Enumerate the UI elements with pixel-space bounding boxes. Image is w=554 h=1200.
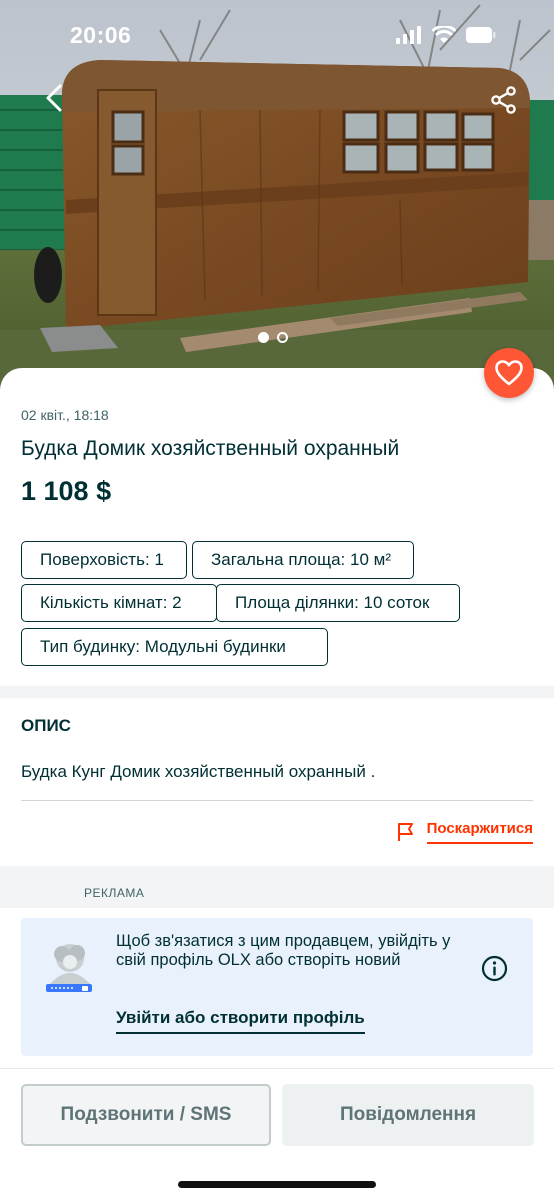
- description-heading: ОПИС: [21, 716, 71, 735]
- flag-icon: [397, 823, 413, 841]
- login-prompt-text: Щоб зв'язатися з цим продавцем, увійдіть…: [116, 932, 451, 969]
- wifi-icon: [432, 26, 456, 43]
- status-bar: 20:06: [0, 0, 554, 70]
- cellular-signal-icon: [396, 26, 421, 44]
- favorite-button[interactable]: [484, 348, 534, 398]
- section-separator: [0, 686, 554, 698]
- listing-price: 1 108 $: [21, 476, 112, 506]
- description-divider: [21, 800, 533, 801]
- gallery-pagination: [258, 332, 288, 343]
- message-button[interactable]: Повідомлення: [282, 1084, 534, 1146]
- param-tag-floors: Поверховість: 1: [21, 541, 187, 579]
- heart-icon: [495, 360, 523, 386]
- info-icon[interactable]: [481, 955, 508, 982]
- status-icons: [396, 26, 496, 44]
- report-button[interactable]: Поскаржитися: [397, 820, 533, 844]
- battery-icon: [466, 27, 496, 43]
- param-tag-total-area: Загальна площа: 10 м²: [192, 541, 414, 579]
- listing-title: Будка Домик хозяйственный охранный: [21, 437, 400, 460]
- chevron-left-icon: [46, 84, 62, 112]
- gallery-dot[interactable]: [277, 332, 288, 343]
- gallery-dot-active[interactable]: [258, 332, 269, 343]
- report-label: Поскаржитися: [426, 820, 533, 844]
- share-icon: [491, 86, 516, 114]
- ad-label: РЕКЛАМА: [84, 886, 145, 900]
- login-link[interactable]: Увійти або створити профіль: [116, 1008, 365, 1034]
- back-button[interactable]: [34, 78, 74, 118]
- param-tag-rooms: Кількість кімнат: 2: [21, 584, 217, 622]
- param-tag-house-type: Тип будинку: Модульні будинки: [21, 628, 328, 666]
- share-button[interactable]: [484, 80, 524, 120]
- user-login-icon: [46, 944, 92, 992]
- status-time: 20:06: [70, 22, 132, 48]
- param-tag-plot-area: Площа ділянки: 10 соток: [216, 584, 460, 622]
- home-indicator[interactable]: [178, 1181, 376, 1188]
- description-text: Будка Кунг Домик хозяйственный охранный …: [21, 762, 376, 781]
- listing-date: 02 квіт., 18:18: [21, 407, 109, 423]
- call-sms-button[interactable]: Подзвонити / SMS: [21, 1084, 271, 1146]
